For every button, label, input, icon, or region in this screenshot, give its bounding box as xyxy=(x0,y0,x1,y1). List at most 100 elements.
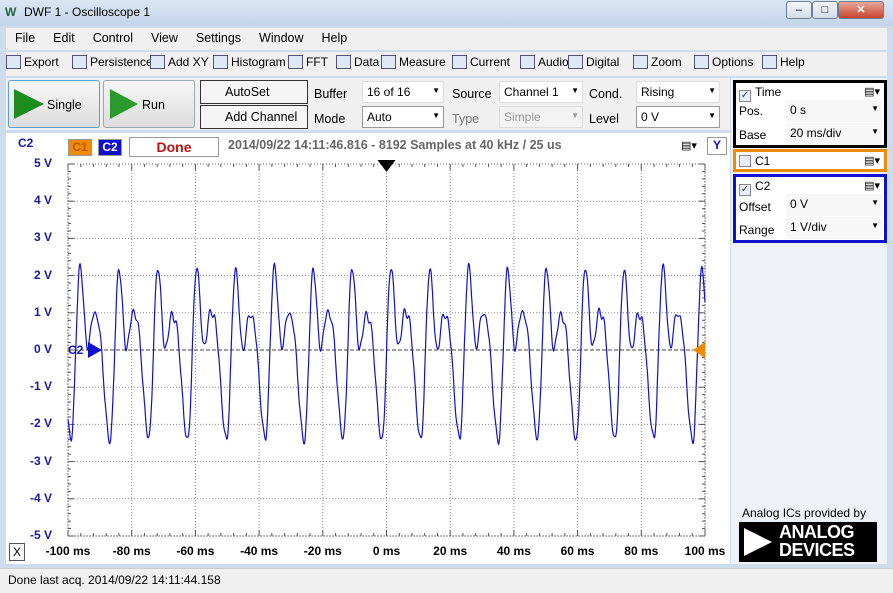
checkbox-icon xyxy=(739,155,751,167)
add-channel-button[interactable]: Add Channel xyxy=(200,105,308,129)
pos-select[interactable]: 0 s ▼ xyxy=(786,100,882,122)
chevron-down-icon: ▼ xyxy=(871,198,879,207)
x-tick-label: -40 ms xyxy=(240,544,279,558)
current-button[interactable]: Current xyxy=(452,55,510,69)
table-icon xyxy=(336,55,351,69)
offset-select[interactable]: 0 V ▼ xyxy=(786,194,882,216)
run-button[interactable]: Run xyxy=(103,80,195,128)
oscilloscope-plot[interactable]: C2 xyxy=(6,133,730,564)
single-icon xyxy=(14,89,44,119)
minimize-button[interactable]: – xyxy=(786,1,812,19)
zoom-button[interactable]: Zoom xyxy=(633,55,682,69)
toolbar-label: Export xyxy=(24,55,59,69)
menu-settings[interactable]: Settings xyxy=(187,28,250,48)
level-label: Level xyxy=(589,112,619,126)
add-xy-button[interactable]: Add XY xyxy=(150,55,209,69)
x-tick-label: 20 ms xyxy=(433,544,468,558)
options-button[interactable]: Options xyxy=(694,55,753,69)
options-icon[interactable]: ▤▾ xyxy=(864,85,880,98)
x-tick-label: 0 ms xyxy=(372,544,401,558)
toolbar-label: Data xyxy=(354,55,380,69)
c2-toggle[interactable]: ✓ C2 xyxy=(739,179,770,196)
help-button[interactable]: Help xyxy=(762,55,805,69)
type-value: Simple xyxy=(504,110,541,124)
time-panel: ✓ Time ▤▾ Pos. 0 s ▼ Base 20 ms/div ▼ xyxy=(733,80,887,148)
maximize-button[interactable]: □ xyxy=(812,1,838,19)
data-button[interactable]: Data xyxy=(336,55,379,69)
toolbar-label: Zoom xyxy=(651,55,682,69)
y-tick-label: -4 V xyxy=(29,490,52,505)
toolbar-label: Help xyxy=(780,55,805,69)
x-tick-label: 80 ms xyxy=(624,544,659,558)
digital-button[interactable]: Digital xyxy=(568,55,619,69)
mode-label: Mode xyxy=(314,112,346,126)
persistence-button[interactable]: Persistence xyxy=(72,55,153,69)
level-value: 0 V xyxy=(641,110,660,124)
toolbar-label: Measure xyxy=(399,55,446,69)
x-tick-label: 40 ms xyxy=(496,544,531,558)
c1-toggle[interactable]: C1 xyxy=(739,154,770,168)
autoset-button[interactable]: AutoSet xyxy=(200,80,308,104)
y-tick-label: 4 V xyxy=(33,193,52,208)
x-tick-label: -100 ms xyxy=(45,544,91,558)
menu-file[interactable]: File xyxy=(6,28,44,48)
help-icon xyxy=(762,55,777,69)
menu-control[interactable]: Control xyxy=(84,28,142,48)
flag-icon xyxy=(452,55,467,69)
x-tick-label: -20 ms xyxy=(303,544,342,558)
chevron-down-icon: ▼ xyxy=(708,111,716,120)
binary-icon xyxy=(568,55,583,69)
range-select[interactable]: 1 V/div ▼ xyxy=(786,217,882,239)
type-select[interactable]: Simple ▼ xyxy=(499,106,583,128)
measure-button[interactable]: Measure xyxy=(381,55,446,69)
checkbox-icon: ✓ xyxy=(739,184,751,196)
buffer-select[interactable]: 16 of 16 ▼ xyxy=(362,81,444,103)
chevron-down-icon: ▼ xyxy=(432,111,440,120)
options-icon[interactable]: ▤▾ xyxy=(864,154,880,167)
ruler-icon xyxy=(381,55,396,69)
c2-title: C2 xyxy=(755,179,771,193)
mode-select[interactable]: Auto ▼ xyxy=(362,106,444,128)
y-tick-label: 3 V xyxy=(33,230,52,245)
time-toggle[interactable]: ✓ Time xyxy=(739,85,781,102)
chevron-down-icon: ▼ xyxy=(871,104,879,113)
chevron-down-icon: ▼ xyxy=(432,86,440,95)
toolbar-label: Options xyxy=(712,55,754,69)
menu-help[interactable]: Help xyxy=(313,28,357,48)
title-bar: W DWF 1 - Oscilloscope 1 – □ ✕ xyxy=(0,0,893,26)
x-tick-label: -60 ms xyxy=(176,544,215,558)
audio-button[interactable]: Audio xyxy=(520,55,569,69)
menu-edit[interactable]: Edit xyxy=(44,28,84,48)
time-title: Time xyxy=(755,85,782,99)
histogram-icon xyxy=(213,55,228,69)
toolbar-label: Audio xyxy=(538,55,569,69)
x-button[interactable]: X xyxy=(9,543,25,561)
c1-panel: C1 ▤▾ xyxy=(733,149,887,172)
chevron-down-icon: ▼ xyxy=(571,111,579,120)
level-input[interactable]: 0 V ▼ xyxy=(636,106,720,128)
magnifier-icon xyxy=(633,55,648,69)
range-value: 1 V/div xyxy=(790,220,827,234)
menu-bar: File Edit Control View Settings Window Help xyxy=(6,28,887,50)
status-bar: Done last acq. 2014/09/22 14:11:44.158 xyxy=(0,568,893,593)
chevron-down-icon: ▼ xyxy=(871,221,879,230)
close-button[interactable]: ✕ xyxy=(838,1,884,19)
toolbar-label: Persistence xyxy=(90,55,153,69)
c1-title: C1 xyxy=(755,154,771,168)
source-select[interactable]: Channel 1 ▼ xyxy=(499,81,583,103)
base-select[interactable]: 20 ms/div ▼ xyxy=(786,123,882,145)
menu-view[interactable]: View xyxy=(142,28,187,48)
fft-button[interactable]: FFT xyxy=(288,55,328,69)
export-button[interactable]: Export xyxy=(6,55,59,69)
options-icon[interactable]: ▤▾ xyxy=(864,179,880,192)
speaker-icon xyxy=(520,55,535,69)
cond-label: Cond. xyxy=(589,87,623,101)
add-channel-label: Add Channel xyxy=(225,110,298,124)
analog-devices-logo: ANALOG DEVICES xyxy=(739,522,877,562)
cond-select[interactable]: Rising ▼ xyxy=(636,81,720,103)
histogram-button[interactable]: Histogram xyxy=(213,55,286,69)
right-panel: ✓ Time ▤▾ Pos. 0 s ▼ Base 20 ms/div ▼ C1 ▤▾… xyxy=(731,78,887,564)
single-button[interactable]: Single xyxy=(8,80,100,128)
menu-window[interactable]: Window xyxy=(250,28,312,48)
x-tick-label: -80 ms xyxy=(112,544,151,558)
